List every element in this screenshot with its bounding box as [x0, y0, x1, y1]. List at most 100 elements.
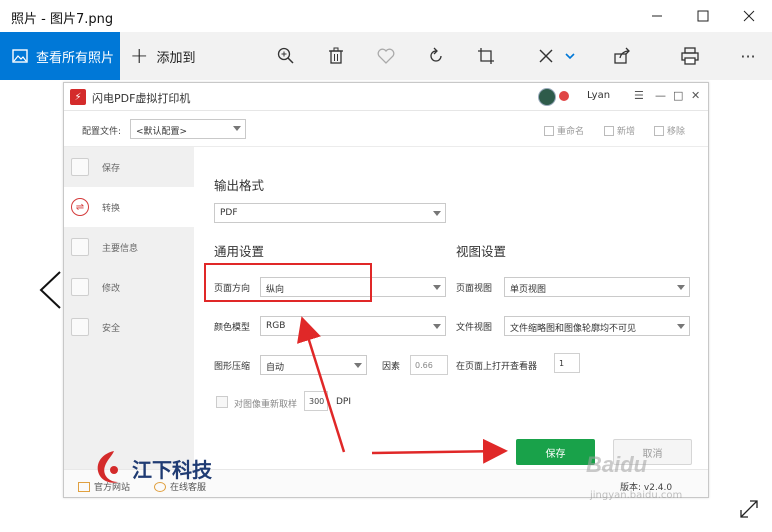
- photos-toolbar: 查看所有照片 + 添加到 ···: [0, 32, 772, 80]
- maximize-icon: [697, 10, 709, 22]
- username: Lyan: [587, 90, 611, 101]
- output-format-select[interactable]: PDF: [214, 203, 446, 223]
- window-title: 照片 - 图片7.png: [11, 12, 114, 27]
- crop-icon[interactable]: [474, 44, 498, 68]
- sidebar-item-label: 转换: [102, 203, 121, 214]
- color-model-select[interactable]: RGB: [260, 316, 446, 336]
- config-select[interactable]: <默认配置>: [130, 119, 246, 139]
- delete-icon[interactable]: [324, 44, 348, 68]
- chevron-down-icon: [677, 285, 685, 290]
- close-icon[interactable]: ✕: [691, 89, 700, 102]
- config-value: <默认配置>: [136, 127, 188, 137]
- new-label: 新增: [617, 127, 636, 137]
- sidebar-item-security[interactable]: 安全: [64, 307, 194, 347]
- save-button[interactable]: 保存: [516, 439, 595, 465]
- document-view-select[interactable]: 文件缩略图和图像轮廓均不可见: [504, 316, 690, 336]
- brand-name: 江下科技: [132, 457, 212, 482]
- photos-icon: [12, 49, 28, 63]
- add-to-label: 添加到: [156, 50, 196, 66]
- page-view-select[interactable]: 单页视图: [504, 277, 690, 297]
- resample-label: 对图像重新取样: [234, 400, 298, 410]
- sidebar-item-save[interactable]: 保存: [64, 147, 194, 187]
- info-icon: [71, 238, 89, 256]
- rename-icon: [544, 125, 554, 136]
- edit-icon: [71, 278, 89, 296]
- document-view-label: 文件视图: [456, 323, 493, 333]
- save-icon: [71, 158, 89, 176]
- dpi-label: DPI: [336, 397, 352, 407]
- chevron-down-icon: [433, 285, 441, 290]
- brand-watermark: 江下科技: [92, 448, 212, 488]
- settings-main: 输出格式 PDF 通用设置 视图设置 页面方向 纵向 颜色模型 RGB 图形压缩…: [194, 147, 708, 469]
- remove-label: 移除: [667, 127, 686, 137]
- sidebar-item-label: 修改: [102, 283, 121, 294]
- sidebar-item-modify[interactable]: 修改: [64, 267, 194, 307]
- app-name: 闪电PDF虚拟打印机: [92, 92, 191, 105]
- app-logo-icon: ⚡: [70, 89, 86, 105]
- rename-label: 重命名: [557, 127, 585, 137]
- minimize-icon: [652, 15, 662, 17]
- avatar[interactable]: [538, 88, 556, 106]
- chevron-down-icon: [233, 126, 241, 131]
- print-icon[interactable]: [678, 44, 702, 68]
- previous-arrow-icon[interactable]: [36, 270, 64, 310]
- compression-select[interactable]: 自动: [260, 355, 367, 375]
- open-viewer-label: 在页面上打开查看器: [456, 362, 538, 372]
- brand-logo-icon: [97, 451, 118, 483]
- sidebar-item-label: 安全: [102, 323, 121, 334]
- sidebar-item-label: 保存: [102, 163, 121, 174]
- vip-badge-icon: [559, 91, 569, 101]
- color-model-value: RGB: [266, 321, 286, 331]
- zoom-in-icon[interactable]: [274, 44, 298, 68]
- config-row: 配置文件: <默认配置> 重命名 新增 移除: [64, 111, 708, 147]
- rotate-icon[interactable]: [424, 44, 448, 68]
- factor-label: 因素: [382, 362, 401, 372]
- favorite-icon[interactable]: [374, 44, 398, 68]
- compression-label: 图形压缩: [214, 362, 251, 372]
- page-view-value: 单页视图: [510, 285, 547, 295]
- color-model-label: 颜色模型: [214, 323, 251, 333]
- config-label: 配置文件:: [82, 127, 122, 137]
- compression-value: 自动: [266, 363, 285, 373]
- baidu-subtitle: jingyan.baidu.com: [590, 490, 683, 501]
- more-icon[interactable]: ···: [736, 44, 760, 68]
- maximize-icon[interactable]: □: [673, 89, 683, 102]
- minimize-button[interactable]: [634, 0, 680, 32]
- convert-icon: ⇌: [71, 198, 89, 216]
- remove-button[interactable]: 移除: [654, 124, 685, 137]
- add-icon: [604, 125, 614, 136]
- view-all-photos-button[interactable]: 查看所有照片: [0, 32, 120, 80]
- maximize-button[interactable]: [680, 0, 726, 32]
- app-title-bar: ⚡ 闪电PDF虚拟打印机 Lyan ☰ — □ ✕: [64, 83, 708, 111]
- close-button[interactable]: [726, 0, 772, 32]
- chevron-down-icon: [354, 363, 362, 368]
- page-view-label: 页面视图: [456, 284, 493, 294]
- add-to-button[interactable]: + 添加到: [130, 32, 195, 80]
- settings-sidebar: 保存 ⇌ 转换 主要信息 修改 安全: [64, 147, 194, 469]
- sidebar-item-convert[interactable]: ⇌ 转换: [64, 187, 194, 227]
- expand-icon[interactable]: [738, 498, 760, 520]
- rename-button[interactable]: 重命名: [544, 124, 584, 137]
- chevron-down-icon[interactable]: [558, 44, 582, 68]
- chevron-down-icon: [677, 324, 685, 329]
- new-button[interactable]: 新增: [604, 124, 635, 137]
- baidu-watermark: Baidu: [586, 452, 648, 477]
- title-bar: 照片 - 图片7.png: [0, 0, 772, 32]
- output-format-heading: 输出格式: [214, 178, 265, 193]
- shield-icon: [71, 318, 89, 336]
- resample-input[interactable]: 300: [304, 391, 328, 411]
- view-settings-heading: 视图设置: [456, 244, 507, 259]
- resample-checkbox[interactable]: [216, 396, 228, 408]
- output-format-value: PDF: [220, 208, 238, 218]
- view-all-label: 查看所有照片: [36, 50, 115, 66]
- share-icon[interactable]: [610, 44, 634, 68]
- document-view-value: 文件缩略图和图像轮廓均不可见: [510, 324, 637, 334]
- edit-icon[interactable]: [534, 44, 558, 68]
- monitor-icon: [78, 481, 90, 492]
- sidebar-item-main-info[interactable]: 主要信息: [64, 227, 194, 267]
- open-viewer-input[interactable]: 1: [554, 353, 580, 373]
- factor-input[interactable]: 0.66: [410, 355, 448, 375]
- close-icon: [743, 10, 755, 22]
- minimize-icon[interactable]: —: [655, 89, 666, 102]
- menu-icon[interactable]: ☰: [634, 89, 644, 102]
